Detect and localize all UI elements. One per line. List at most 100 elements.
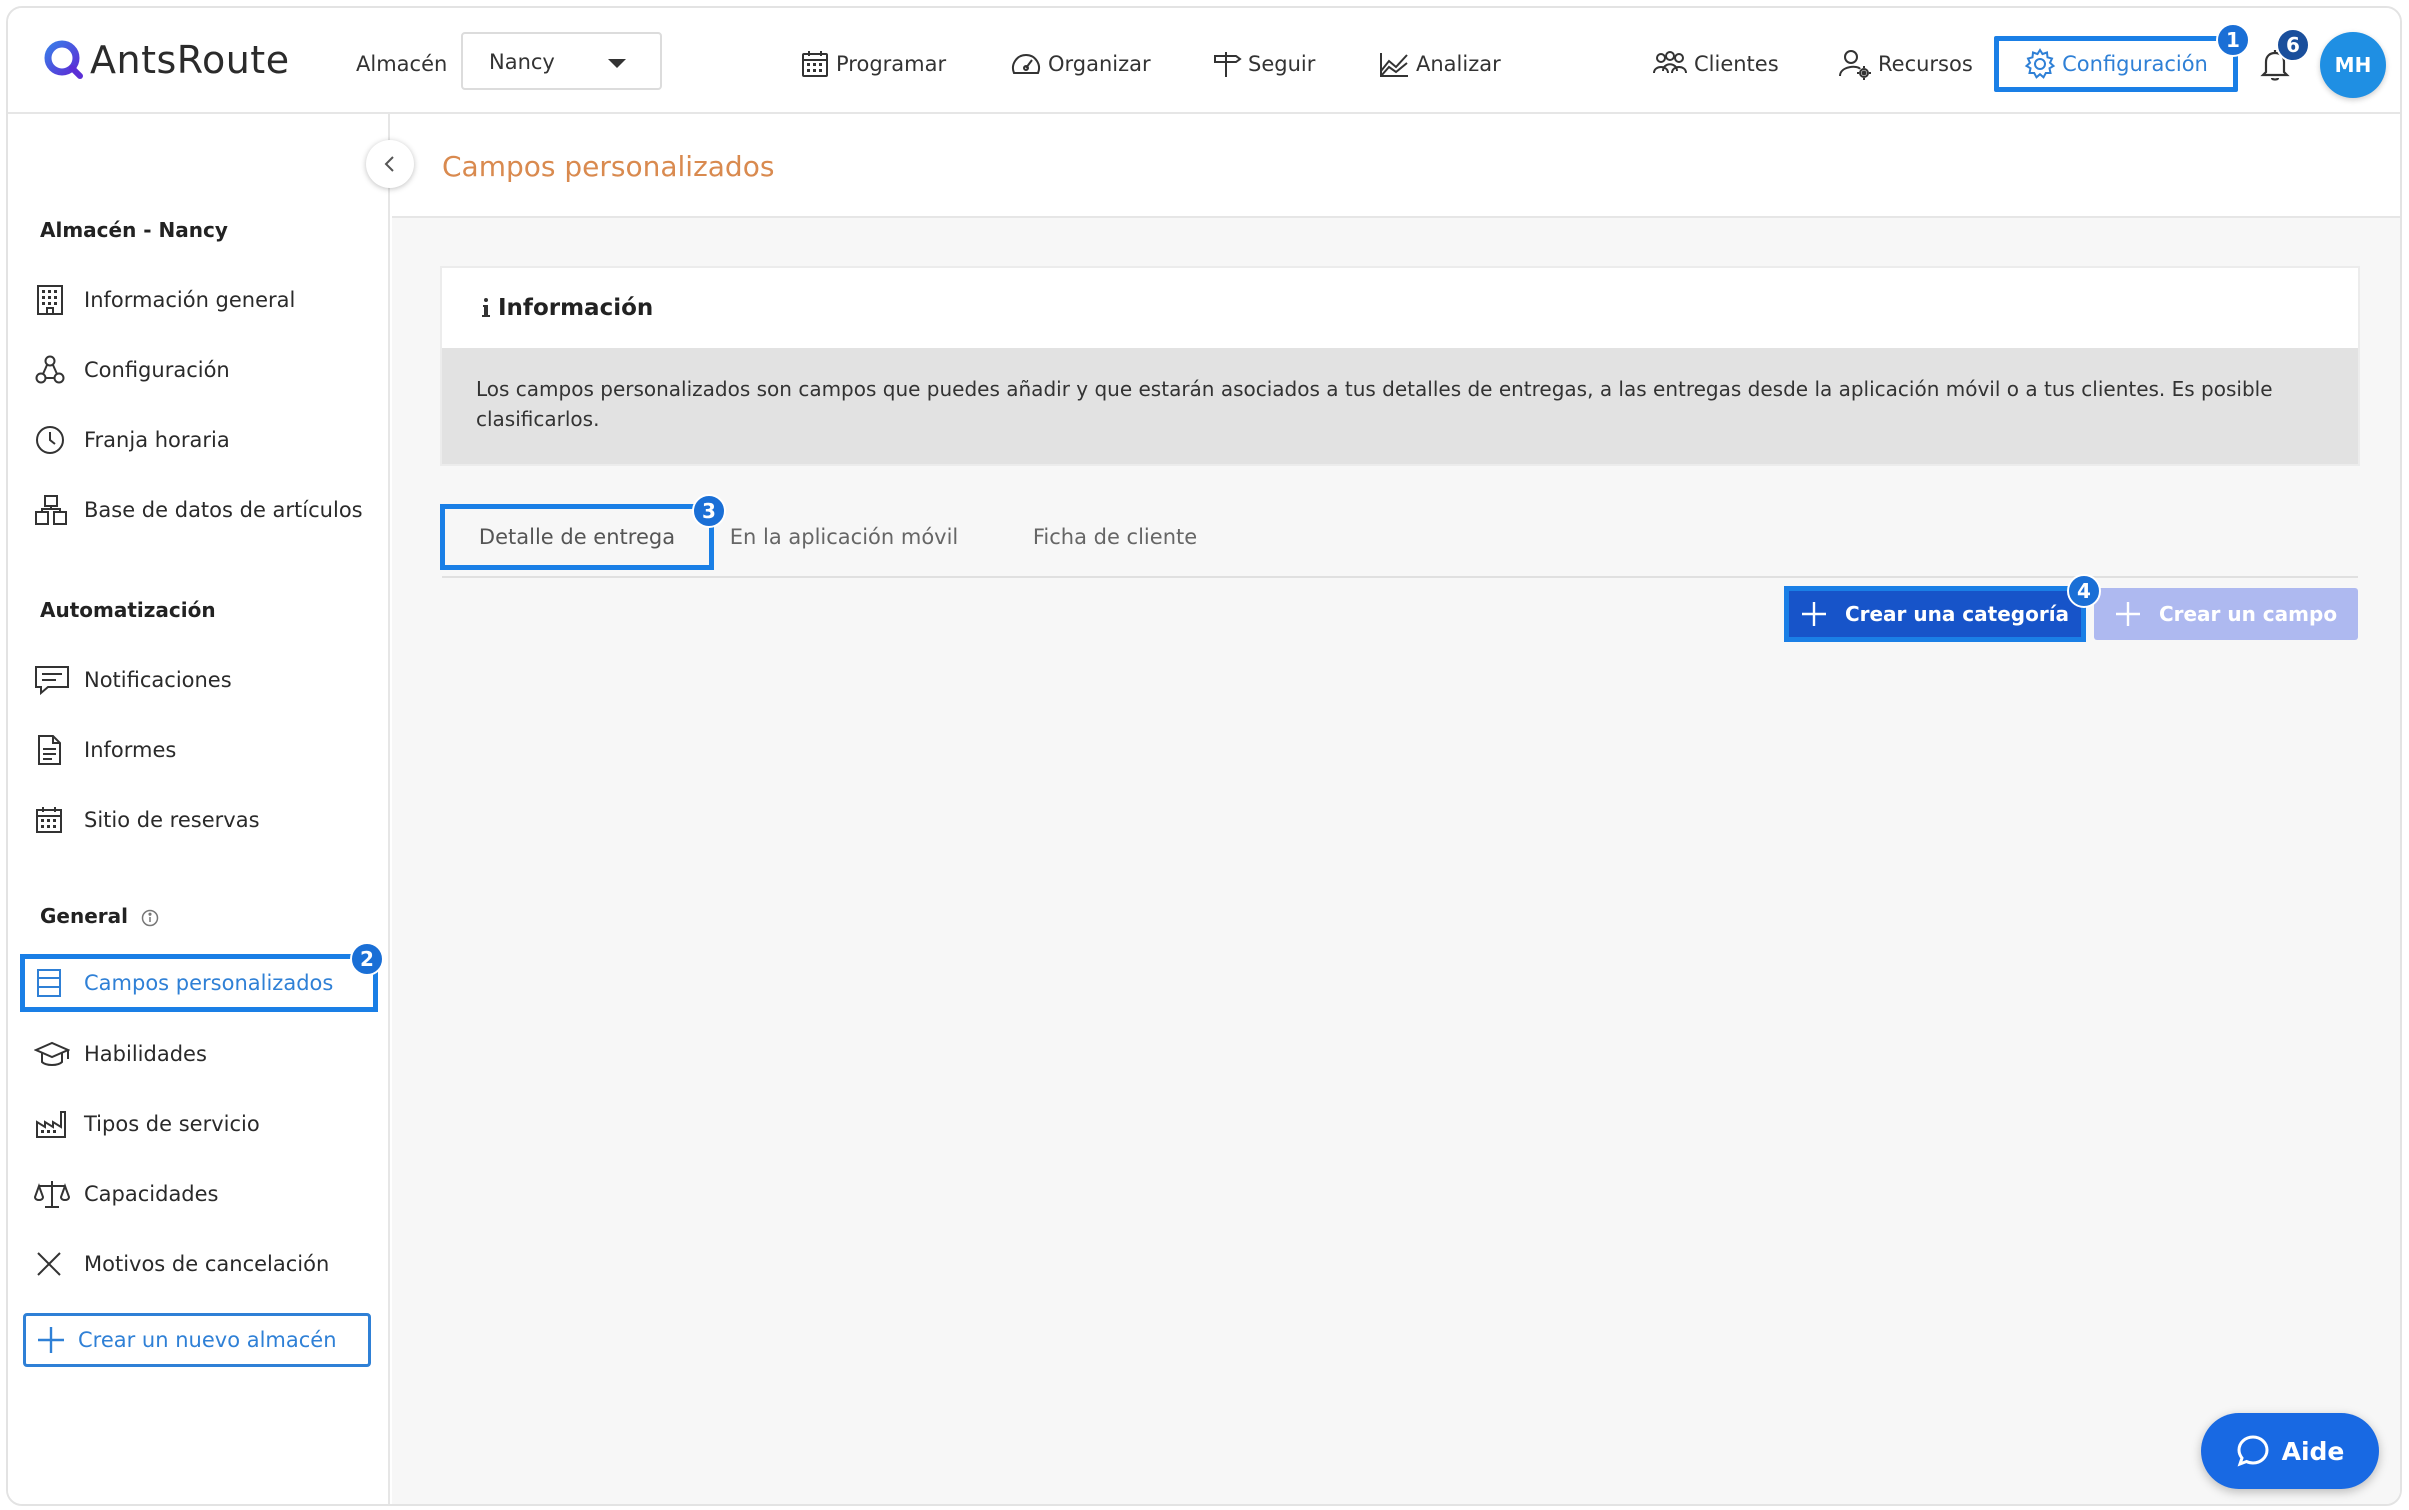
nav-clientes[interactable]: Clientes xyxy=(1652,48,1779,80)
page-header: Campos personalizados xyxy=(392,114,2400,218)
section-title-general-label: General xyxy=(40,904,128,928)
nav-clientes-label: Clientes xyxy=(1694,52,1779,76)
info-card-text: Los campos personalizados son campos que… xyxy=(442,348,2358,464)
nav-configuracion-label: Configuración xyxy=(2062,52,2208,76)
notification-count-badge: 6 xyxy=(2276,28,2310,62)
sidebar-item-label: Habilidades xyxy=(84,1042,207,1066)
help-chat-button[interactable]: Aide xyxy=(2201,1413,2379,1489)
step-badge-2: 2 xyxy=(350,942,384,976)
section-title-automatizacion: Automatización xyxy=(40,598,216,622)
signpost-icon xyxy=(1212,49,1242,79)
clock-icon xyxy=(34,424,70,456)
create-warehouse-label: Crear un nuevo almacén xyxy=(78,1328,337,1352)
calendar-icon xyxy=(800,49,830,79)
section-title-general: General xyxy=(40,904,159,928)
calendar-icon xyxy=(34,805,70,835)
sidebar-item-capacidades[interactable]: Capacidades xyxy=(34,1174,219,1214)
chevron-left-icon xyxy=(381,155,399,173)
sidebar-item-label: Campos personalizados xyxy=(84,971,334,995)
message-icon xyxy=(34,664,70,696)
tab-label: Detalle de entrega xyxy=(478,525,676,549)
sidebar-item-informacion-general[interactable]: Información general xyxy=(34,280,295,320)
nodes-icon xyxy=(34,354,70,386)
sidebar-item-label: Franja horaria xyxy=(84,428,230,452)
logo[interactable]: AntsRoute xyxy=(42,38,290,82)
sidebar-item-label: Base de datos de artículos xyxy=(84,498,363,522)
logo-text: AntsRoute xyxy=(90,38,290,82)
nav-configuracion[interactable]: Configuración xyxy=(1994,36,2238,92)
sidebar-item-tipos-de-servicio[interactable]: Tipos de servicio xyxy=(34,1104,260,1144)
nav-seguir[interactable]: Seguir xyxy=(1212,48,1315,80)
sidebar-item-base-de-datos[interactable]: Base de datos de artículos xyxy=(34,490,363,530)
info-icon[interactable] xyxy=(141,909,159,927)
logo-icon xyxy=(42,38,86,82)
tab-ficha-de-cliente[interactable]: Ficha de cliente xyxy=(994,504,1236,570)
nav-organizar-label: Organizar xyxy=(1048,52,1151,76)
user-avatar[interactable]: MH xyxy=(2320,32,2386,98)
sidebar-item-notificaciones[interactable]: Notificaciones xyxy=(34,660,232,700)
step-badge-1: 1 xyxy=(2216,23,2250,57)
plus-icon xyxy=(1801,601,1827,627)
create-field-label: Crear un campo xyxy=(2158,602,2338,626)
tab-bar: Detalle de entrega En la aplicación móvi… xyxy=(440,504,2358,578)
create-category-label: Crear una categoría xyxy=(1844,602,2070,626)
sidebar-item-sitio-de-reservas[interactable]: Sitio de reservas xyxy=(34,800,260,840)
section-title-warehouse: Almacén - Nancy xyxy=(40,218,228,242)
page-title: Campos personalizados xyxy=(442,150,775,183)
sidebar-item-configuracion[interactable]: Configuración xyxy=(34,350,230,390)
sidebar-item-label: Sitio de reservas xyxy=(84,808,260,832)
nav-analizar-label: Analizar xyxy=(1416,52,1501,76)
create-warehouse-button[interactable]: Crear un nuevo almacén xyxy=(23,1313,371,1367)
caret-down-icon xyxy=(608,59,626,68)
warehouse-label: Almacén xyxy=(356,52,448,76)
sidebar-item-campos-personalizados[interactable]: Campos personalizados xyxy=(20,954,378,1012)
nav-seguir-label: Seguir xyxy=(1248,52,1316,76)
nav-programar-label: Programar xyxy=(836,52,947,76)
sidebar-item-label: Notificaciones xyxy=(84,668,232,692)
collapse-sidebar-button[interactable] xyxy=(366,140,414,188)
app-window: AntsRoute Almacén Nancy Programar Organi… xyxy=(6,6,2402,1506)
sidebar-item-label: Tipos de servicio xyxy=(84,1112,260,1136)
sidebar-item-label: Capacidades xyxy=(84,1182,219,1206)
main-content: Campos personalizados Información Los ca… xyxy=(392,114,2400,1504)
nav-organizar[interactable]: Organizar xyxy=(1010,48,1151,80)
tab-en-la-aplicacion-movil[interactable]: En la aplicación móvil xyxy=(704,504,984,570)
nav-programar[interactable]: Programar xyxy=(800,48,946,80)
info-card-title: Información xyxy=(498,295,654,321)
nav-analizar[interactable]: Analizar xyxy=(1378,48,1501,80)
step-badge-3: 3 xyxy=(692,494,726,528)
chart-icon xyxy=(1378,49,1410,79)
users-icon xyxy=(1652,49,1688,79)
tab-label: En la aplicación móvil xyxy=(729,525,959,549)
nav-recursos[interactable]: Recursos xyxy=(1838,48,1973,80)
warehouse-select-value: Nancy xyxy=(489,50,555,74)
sidebar-item-label: Motivos de cancelación xyxy=(84,1252,330,1276)
plus-icon xyxy=(36,1325,66,1355)
sidebar: Almacén - Nancy Información general Conf… xyxy=(8,114,414,1504)
sidebar-item-informes[interactable]: Informes xyxy=(34,730,176,770)
top-navigation: AntsRoute Almacén Nancy Programar Organi… xyxy=(8,8,2400,114)
info-card: Información Los campos personalizados so… xyxy=(442,268,2358,464)
scale-icon xyxy=(34,1178,70,1210)
sidebar-item-motivos-de-cancelacion[interactable]: Motivos de cancelación xyxy=(34,1244,329,1284)
plus-icon xyxy=(2115,601,2141,627)
step-badge-4: 4 xyxy=(2067,574,2101,608)
create-category-button[interactable]: Crear una categoría xyxy=(1784,586,2086,642)
sidebar-item-habilidades[interactable]: Habilidades xyxy=(34,1034,207,1074)
tab-detalle-de-entrega[interactable]: Detalle de entrega xyxy=(440,504,714,570)
sidebar-item-label: Configuración xyxy=(84,358,230,382)
boxes-icon xyxy=(34,494,70,526)
factory-icon xyxy=(34,1108,70,1140)
warehouse-select[interactable]: Nancy xyxy=(461,32,662,90)
nav-recursos-label: Recursos xyxy=(1878,52,1973,76)
tab-label: Ficha de cliente xyxy=(1032,525,1198,549)
table-icon xyxy=(34,967,70,999)
user-gear-icon xyxy=(1838,47,1872,81)
document-icon xyxy=(34,734,70,766)
sidebar-item-franja-horaria[interactable]: Franja horaria xyxy=(34,420,230,460)
speedometer-icon xyxy=(1010,49,1042,79)
create-field-button[interactable]: Crear un campo xyxy=(2094,588,2358,640)
gear-icon xyxy=(2024,48,2056,80)
info-icon xyxy=(480,297,492,319)
help-chat-label: Aide xyxy=(2281,1436,2345,1466)
